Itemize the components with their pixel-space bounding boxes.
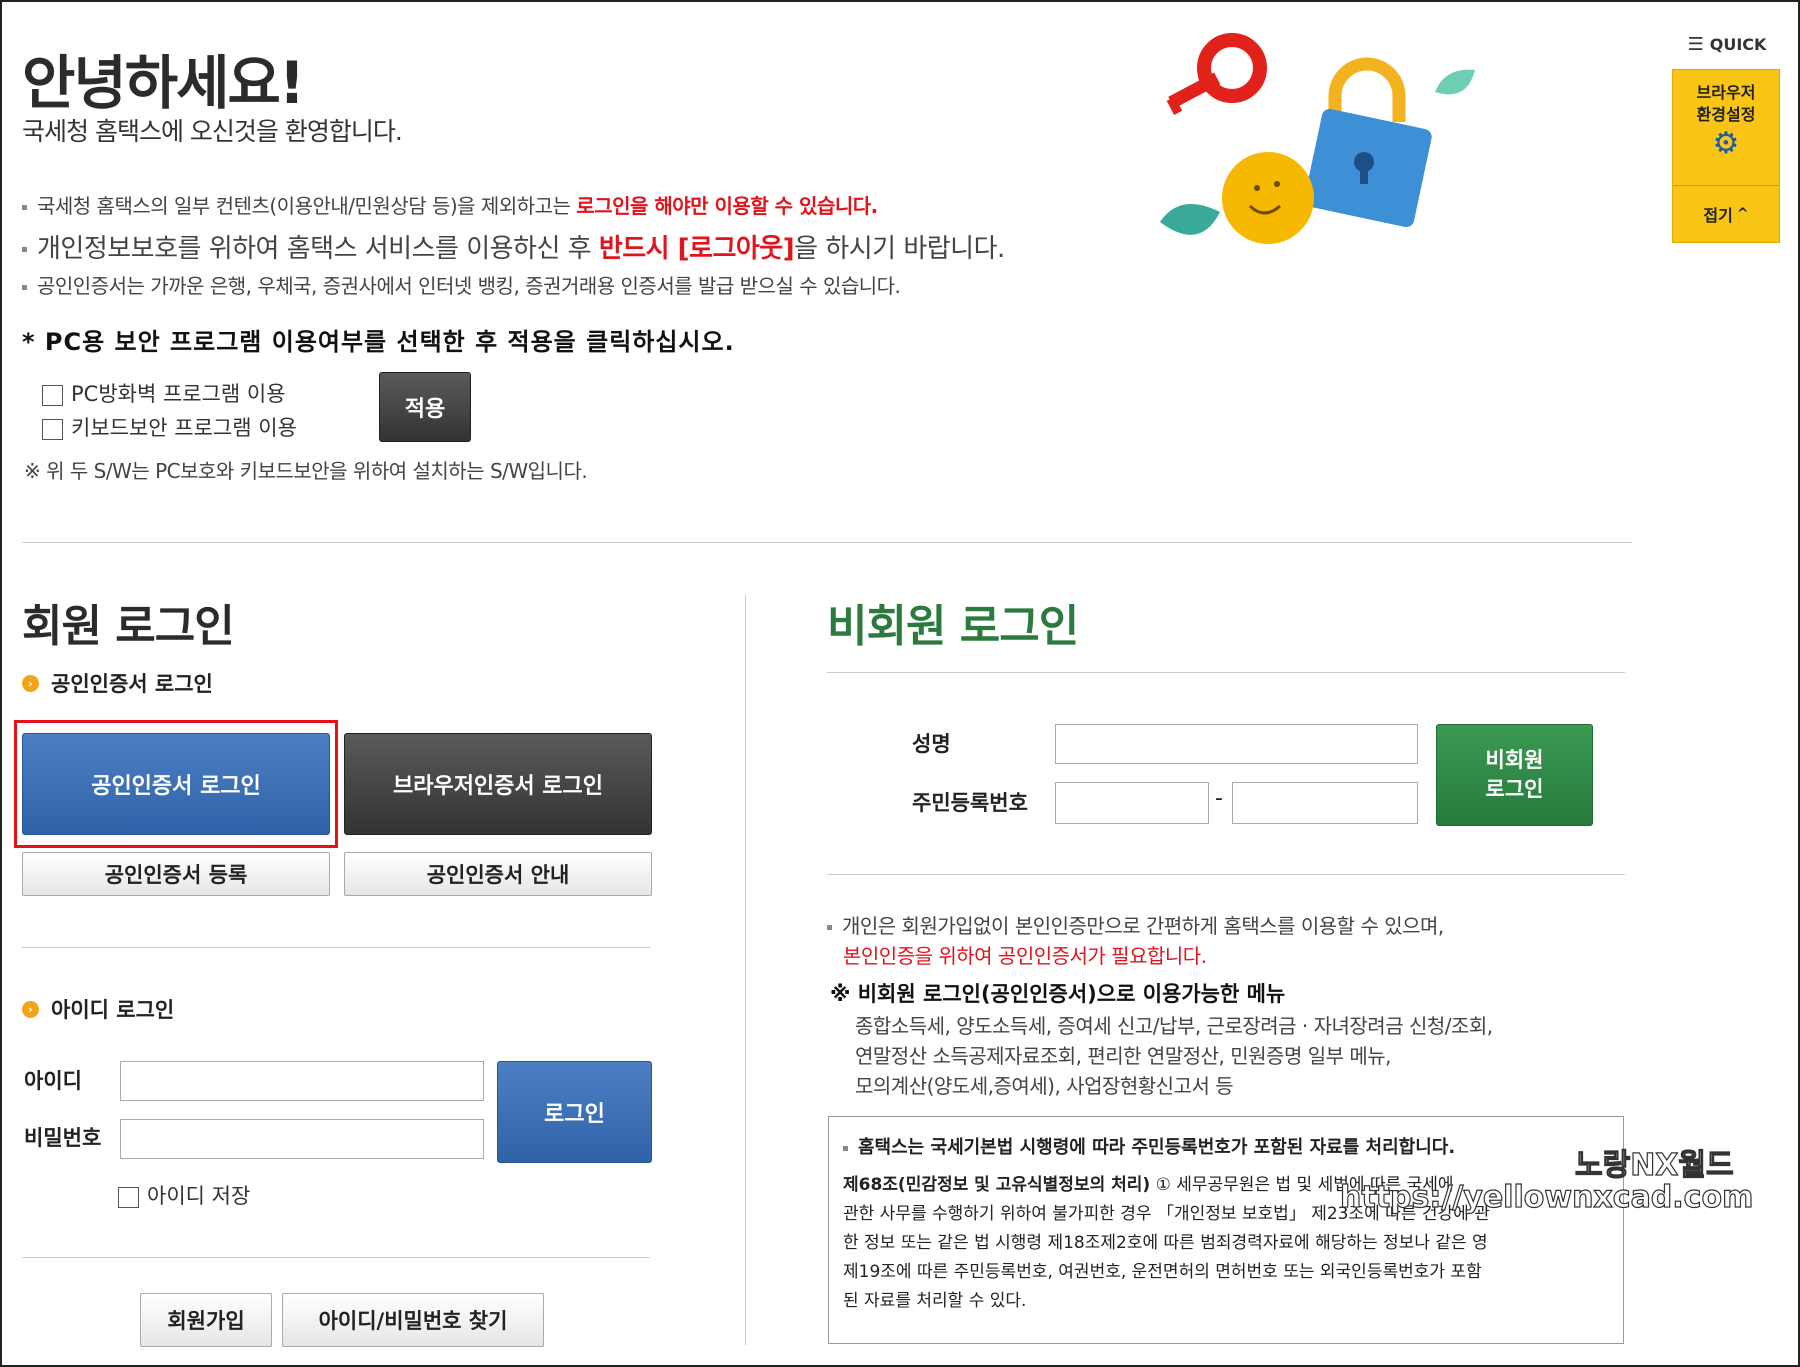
security-instruction: * PC용 보안 프로그램 이용여부를 선택한 후 적용을 클릭하십시오. xyxy=(22,328,735,356)
browser-cert-login-button[interactable]: 브라우저인증서 로그인 xyxy=(344,733,652,835)
firewall-option[interactable]: PC방화벽 프로그램 이용 xyxy=(42,378,286,408)
security-illustration xyxy=(1160,33,1475,244)
divider xyxy=(827,874,1625,875)
guest-login-button[interactable]: 비회원 로그인 xyxy=(1436,724,1593,826)
quick-box: 브라우저 환경설정 ⚙ 접기 ^ xyxy=(1672,69,1780,243)
guest-login-title: 비회원 로그인 xyxy=(827,601,1079,652)
cert-guide-button[interactable]: 공인인증서 안내 xyxy=(344,852,652,896)
rrn-label: 주민등록번호 xyxy=(912,791,1028,815)
save-id-checkbox[interactable] xyxy=(118,1186,139,1208)
chevron-right-icon: › xyxy=(22,674,39,692)
divider xyxy=(22,947,650,948)
member-login-title: 회원 로그인 xyxy=(22,601,235,652)
collapse-label: 접기 xyxy=(1703,206,1733,225)
id-label: 아이디 xyxy=(24,1069,82,1093)
guest-info: 개인은 회원가입없이 본인인증만으로 간편하게 홈택스를 이용할 수 있으며, xyxy=(827,910,1444,939)
chevron-up-icon: ^ xyxy=(1736,206,1749,222)
firewall-checkbox[interactable] xyxy=(42,384,63,406)
security-footnote: ※ 위 두 S/W는 PC보호와 키보드보안을 위하여 설치하는 S/W입니다. xyxy=(24,459,588,483)
chevron-right-icon: › xyxy=(22,1000,39,1018)
quick-title: QUICK xyxy=(1709,35,1767,54)
welcome-text: 국세청 홈택스에 오신것을 환영합니다. xyxy=(22,117,403,146)
apply-button[interactable]: 적용 xyxy=(379,372,471,442)
watermark-title: 노랑NX월드 xyxy=(1574,1147,1734,1183)
greeting-title: 안녕하세요! xyxy=(22,49,305,117)
collapse-button[interactable]: 접기 ^ xyxy=(1673,186,1779,242)
save-id-option[interactable]: 아이디 저장 xyxy=(118,1180,250,1210)
login-button[interactable]: 로그인 xyxy=(497,1061,652,1163)
cert-register-button[interactable]: 공인인증서 등록 xyxy=(22,852,330,896)
notice-logout: 개인정보보호를 위하여 홈택스 서비스를 이용하신 후 반드시 [로그아웃]을 … xyxy=(22,228,1005,265)
browser-settings-label: 브라우저 환경설정 xyxy=(1696,83,1756,124)
menu-icon: ☰ xyxy=(1687,34,1704,55)
guest-info-cert-required: 본인인증을 위하여 공인인증서가 필요합니다. xyxy=(843,944,1207,968)
legal-notice-title: 홈택스는 국세기본법 시행령에 따라 주민등록번호가 포함된 자료를 처리합니다… xyxy=(843,1133,1455,1159)
name-input[interactable] xyxy=(1055,724,1418,764)
cert-login-section: › 공인인증서 로그인 xyxy=(22,668,213,698)
cert-login-button[interactable]: 공인인증서 로그인 xyxy=(22,733,330,835)
password-input[interactable] xyxy=(120,1119,484,1159)
divider xyxy=(22,1257,650,1258)
browser-settings-button[interactable]: 브라우저 환경설정 ⚙ xyxy=(1673,70,1779,185)
id-input[interactable] xyxy=(120,1061,484,1101)
gear-icon: ⚙ xyxy=(1712,126,1740,161)
keyboard-security-option[interactable]: 키보드보안 프로그램 이용 xyxy=(42,412,297,442)
keyboard-security-checkbox[interactable] xyxy=(42,418,63,440)
quick-menu: ☰ QUICK 브라우저 환경설정 ⚙ 접기 ^ xyxy=(1672,34,1782,243)
rrn-separator: - xyxy=(1215,786,1223,811)
guest-menu-line: 종합소득세, 양도소득세, 증여세 신고/납부, 근로장려금 · 자녀장려금 신… xyxy=(855,1014,1493,1038)
vertical-divider xyxy=(745,595,746,1345)
guest-menu-line: 모의계산(양도세,증여세), 사업장현황신고서 등 xyxy=(855,1074,1234,1098)
id-login-section: › 아이디 로그인 xyxy=(22,994,174,1024)
divider xyxy=(827,672,1625,673)
notice-certificate: 공인인증서는 가까운 은행, 우체국, 증권사에서 인터넷 뱅킹, 증권거래용 … xyxy=(22,270,901,299)
padlock-icon xyxy=(1304,57,1432,228)
name-label: 성명 xyxy=(912,732,951,756)
notice-highlight-logout: 반드시 [로그아웃] xyxy=(598,234,795,264)
guest-menu-title: ※ 비회원 로그인(공인인증서)으로 이용가능한 메뉴 xyxy=(830,982,1286,1006)
smiley-icon xyxy=(1222,152,1314,244)
rrn-second-input[interactable] xyxy=(1232,782,1418,824)
watermark-url: https://yellownxcad.com xyxy=(1339,1179,1754,1215)
notice-highlight-login: 로그인을 해야만 이용할 수 있습니다. xyxy=(576,194,878,218)
guest-menu-line: 연말정산 소득공제자료조회, 편리한 연말정산, 민원증명 일부 메뉴, xyxy=(855,1044,1392,1068)
signup-button[interactable]: 회원가입 xyxy=(140,1293,272,1347)
notice-login-required: 국세청 홈택스의 일부 컨텐츠(이용안내/민원상담 등)을 제외하고는 로그인을… xyxy=(22,190,878,219)
password-label: 비밀번호 xyxy=(24,1126,102,1150)
key-icon xyxy=(1166,33,1267,115)
legal-notice-box: 홈택스는 국세기본법 시행령에 따라 주민등록번호가 포함된 자료를 처리합니다… xyxy=(828,1116,1624,1344)
divider xyxy=(22,542,1632,543)
rrn-first-input[interactable] xyxy=(1055,782,1209,824)
find-account-button[interactable]: 아이디/비밀번호 찾기 xyxy=(282,1293,544,1347)
